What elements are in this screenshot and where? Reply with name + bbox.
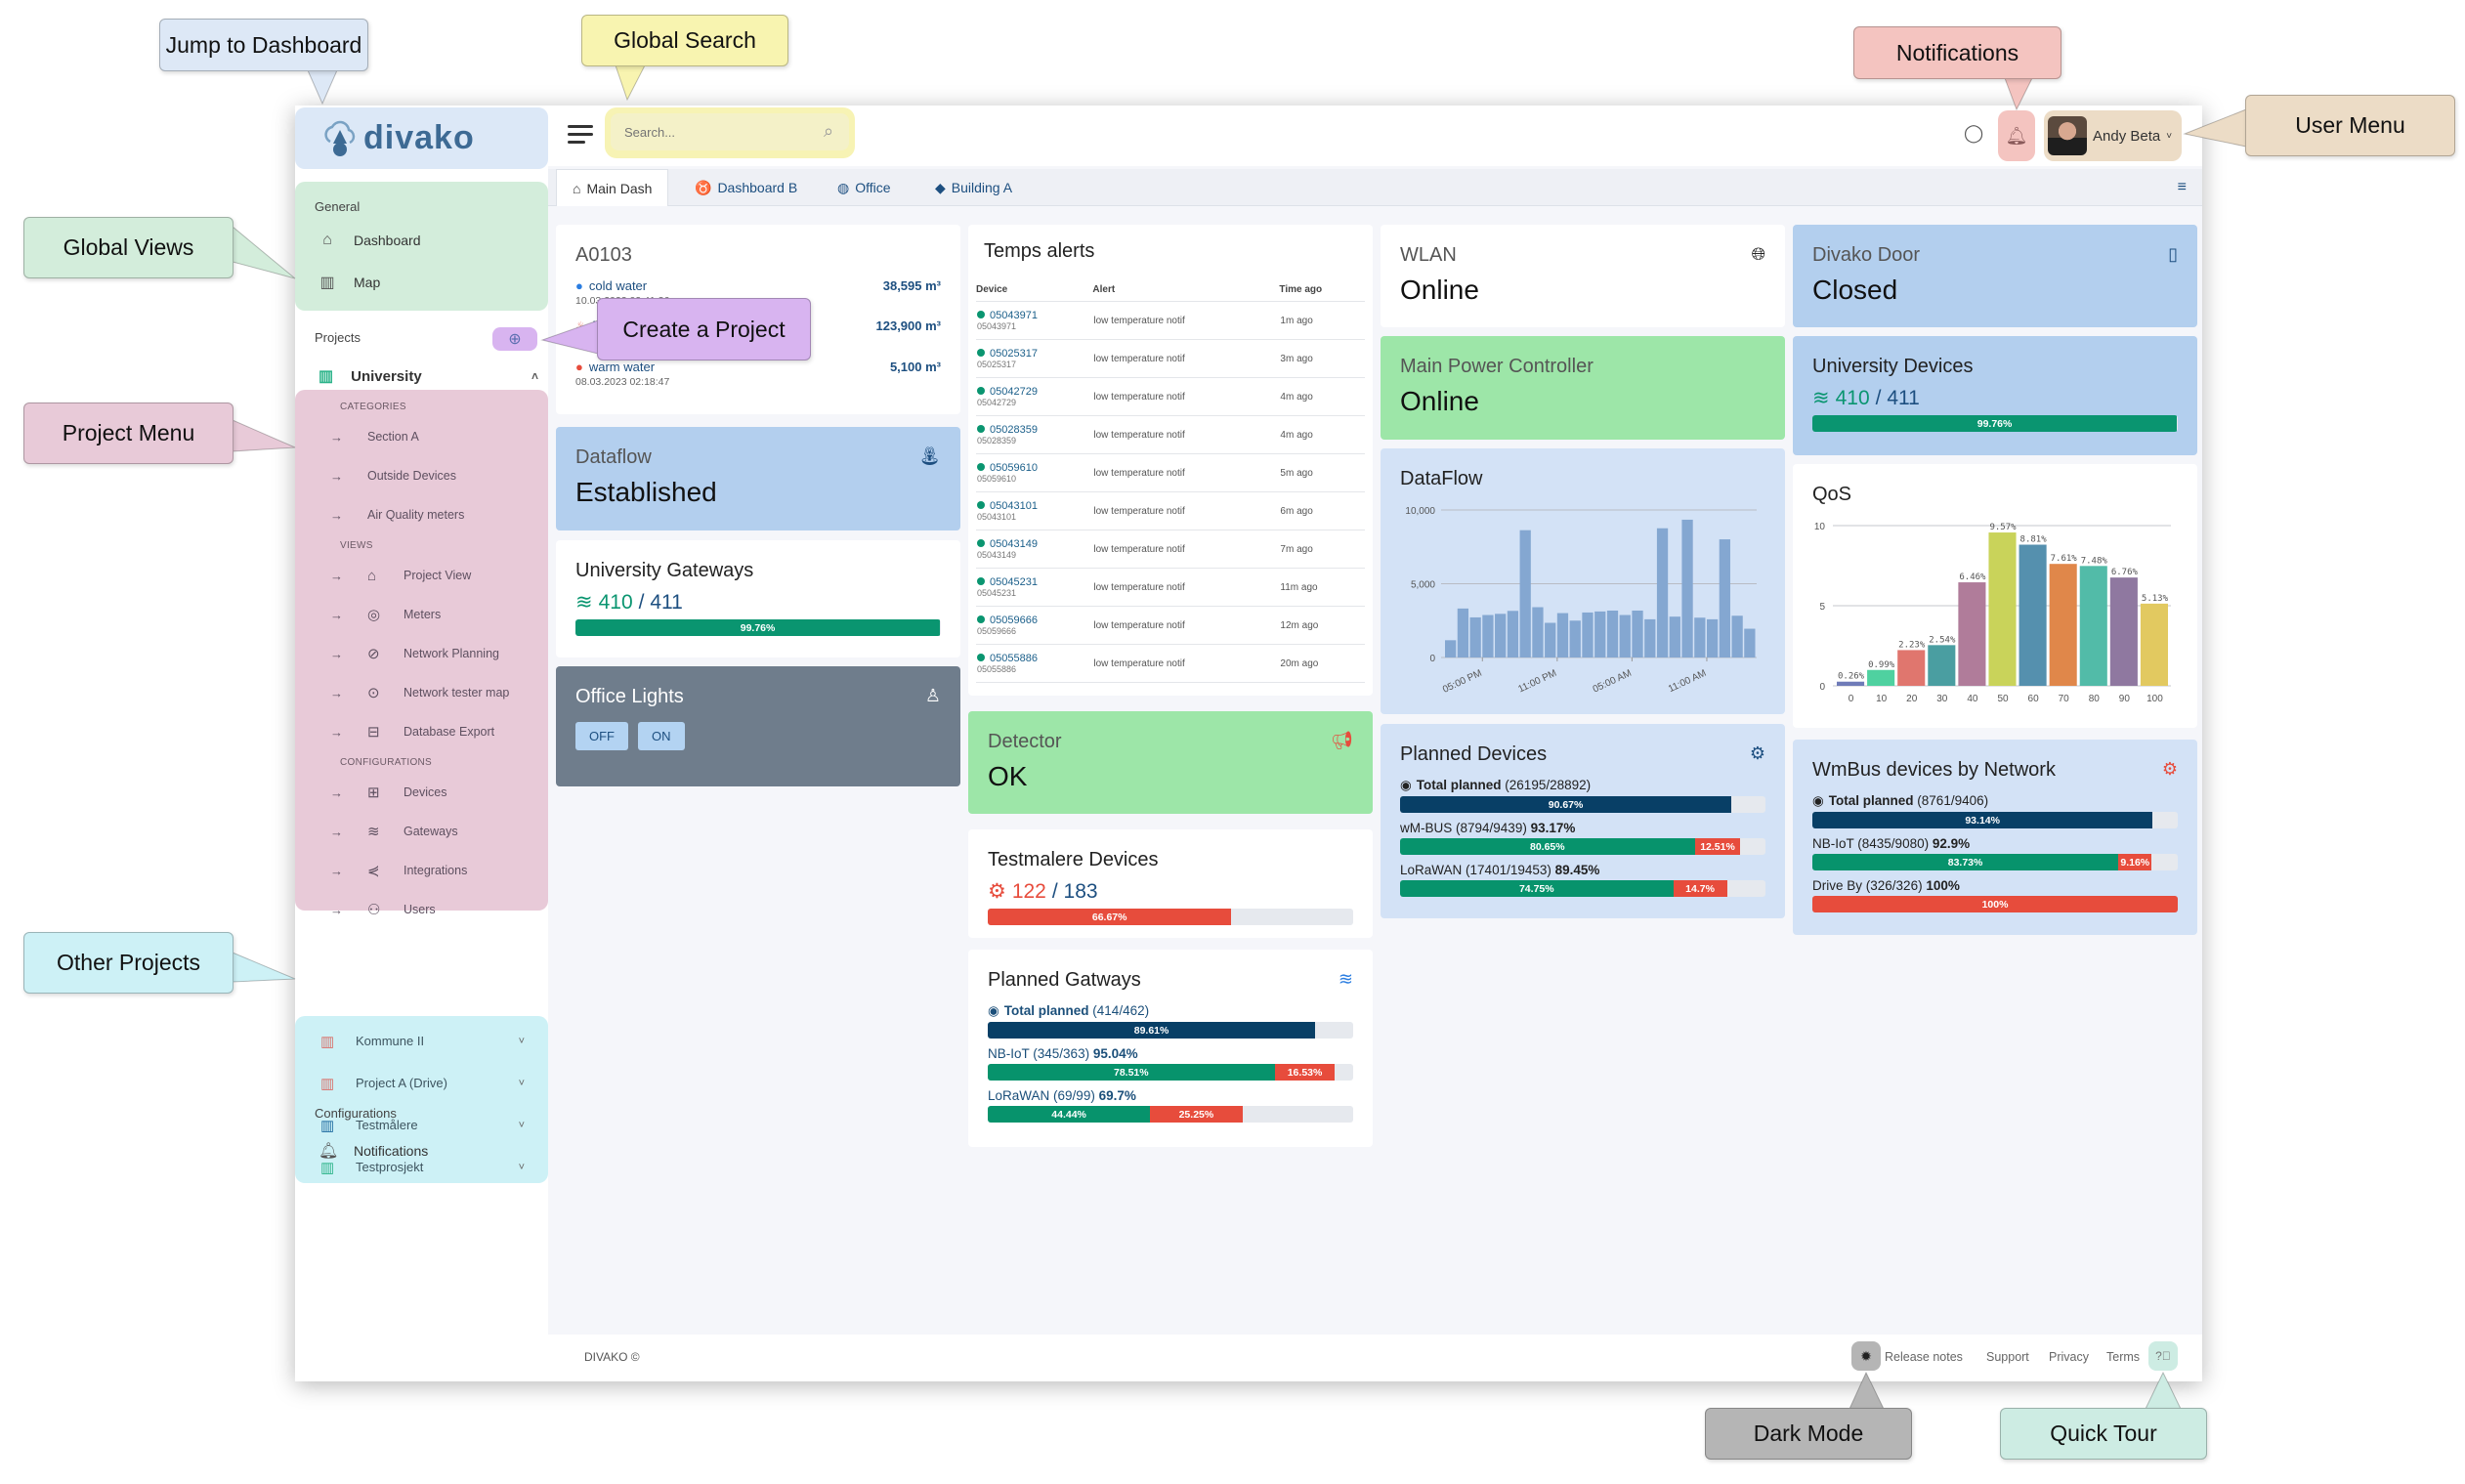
callout-dark-mode: Dark Mode [1705,1408,1912,1460]
callout-global-views: Global Views [23,217,234,278]
callout-pointers [232,64,2247,1410]
callout-jump-dashboard: Jump to Dashboard [159,19,368,71]
callout-pointer-notifications [2004,77,2033,111]
callout-pointer-project-menu [232,419,296,452]
callout-other-projects: Other Projects [23,932,234,994]
callout-notifications: Notifications [1853,26,2061,79]
callout-project-menu: Project Menu [23,403,234,464]
callout-pointer-jump-dashboard [307,69,338,106]
callout-pointer-dark-mode [1849,1371,1885,1410]
callout-pointer-other-projects [232,952,296,983]
callout-pointer-user-menu [2183,108,2247,148]
callout-create-project: Create a Project [597,298,811,360]
callout-pointer-global-search [615,64,646,102]
callout-user-menu: User Menu [2245,95,2455,156]
callout-pointer-global-views [232,225,296,279]
callout-global-search: Global Search [581,15,788,66]
callout-pointer-create-project [540,319,599,355]
callout-pointer-quick-tour [2145,1371,2182,1410]
callout-quick-tour: Quick Tour [2000,1408,2207,1460]
